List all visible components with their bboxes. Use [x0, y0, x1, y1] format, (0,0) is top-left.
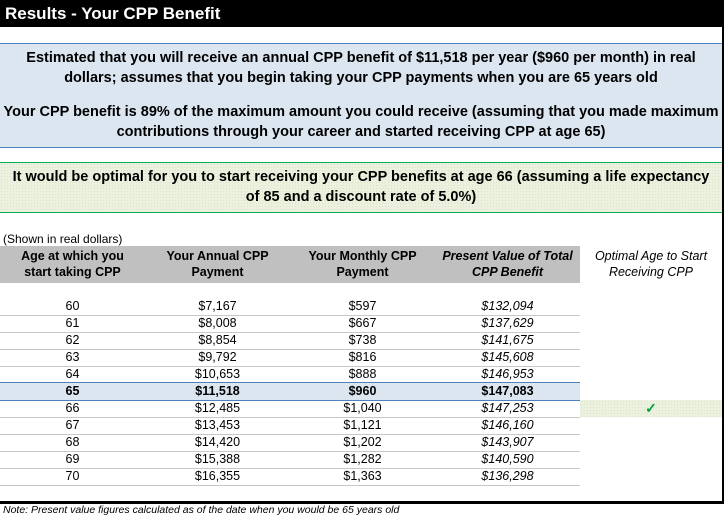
annual-payment-cell: $13,453 [194, 418, 241, 432]
present-value-cell: $147,253 [481, 401, 534, 415]
annual-payment-cell: $15,388 [194, 452, 241, 466]
benefit-table-body: 60 $7,167 $597 $132,094 61 $8,008 $667 $137,629… [0, 298, 722, 486]
present-value-cell: $140,590 [481, 452, 534, 466]
header-age-line1: Age at which you [21, 249, 124, 263]
annual-payment-cell: $11,518 [195, 384, 240, 398]
header-monthly-line1: Your Monthly CPP [308, 249, 417, 263]
table-row: 61 $8,008 $667 $137,629 [0, 315, 722, 333]
optimal-line: of 85 and a discount rate of 5.0%) [245, 189, 477, 205]
optimal-line: It would be optimal for you to start rec… [12, 169, 710, 185]
header-optimal-line2: Receiving CPP [608, 265, 694, 279]
age-cell: 66 [65, 401, 80, 415]
age-cell: 60 [65, 299, 80, 313]
header-age-line2: start taking CPP [24, 265, 121, 279]
units-note: (Shown in real dollars) [3, 232, 123, 246]
table-row-current: 65 $11,518 $960 $147,083 [0, 382, 722, 401]
header-pv-line2: CPP Benefit [471, 265, 544, 279]
present-value-cell: $147,083 [481, 384, 534, 398]
summary-line: Estimated that you will receive an annua… [26, 50, 696, 66]
header-pv-line1: Present Value of Total [442, 249, 573, 263]
present-value-cell: $141,675 [481, 333, 534, 347]
age-cell: 70 [65, 469, 80, 483]
summary-box: Estimated that you will receive an annua… [0, 43, 722, 148]
checkmark-icon: ✓ [580, 400, 722, 417]
header-annual-line2: Payment [191, 265, 244, 279]
present-value-cell: $136,298 [481, 469, 534, 483]
present-value-cell: $143,907 [481, 435, 534, 449]
annual-payment-cell: $16,355 [194, 469, 241, 483]
monthly-payment-cell: $816 [348, 350, 377, 364]
present-value-cell: $146,160 [481, 418, 534, 432]
header-monthly-line2: Payment [336, 265, 389, 279]
annual-payment-cell: $12,485 [194, 401, 241, 415]
header-present-value: Present Value of Total CPP Benefit [435, 248, 580, 280]
page-title: Results - Your CPP Benefit [0, 0, 724, 27]
annual-benefit-summary: Estimated that you will receive an annua… [0, 48, 722, 88]
age-cell: 67 [65, 418, 80, 432]
age-cell: 62 [65, 333, 80, 347]
header-age: Age at which you start taking CPP [0, 248, 145, 280]
monthly-payment-cell: $960 [348, 384, 377, 398]
monthly-payment-cell: $597 [348, 299, 377, 313]
present-value-cell: $132,094 [481, 299, 534, 313]
table-row: 64 $10,653 $888 $146,953 [0, 366, 722, 384]
header-monthly-payment: Your Monthly CPP Payment [290, 248, 435, 280]
header-annual-line1: Your Annual CPP [166, 249, 269, 263]
present-value-cell: $145,608 [481, 350, 534, 364]
header-optimal-age: Optimal Age to Start Receiving CPP [580, 248, 722, 280]
present-value-cell: $146,953 [481, 367, 534, 381]
monthly-payment-cell: $888 [348, 367, 377, 381]
table-row: 63 $9,792 $816 $145,608 [0, 349, 722, 367]
monthly-payment-cell: $1,282 [343, 452, 382, 466]
age-cell: 63 [65, 350, 80, 364]
footnote: Note: Present value figures calculated a… [3, 504, 400, 516]
age-cell: 68 [65, 435, 80, 449]
annual-payment-cell: $7,167 [198, 299, 237, 313]
table-row: 68 $14,420 $1,202 $143,907 [0, 434, 722, 452]
table-row: 69 $15,388 $1,282 $140,590 [0, 451, 722, 469]
monthly-payment-cell: $1,202 [343, 435, 382, 449]
annual-payment-cell: $10,653 [194, 367, 241, 381]
annual-payment-cell: $8,008 [198, 316, 237, 330]
present-value-cell: $137,629 [481, 316, 534, 330]
monthly-payment-cell: $667 [348, 316, 377, 330]
monthly-payment-cell: $1,121 [343, 418, 382, 432]
annual-payment-cell: $14,420 [194, 435, 241, 449]
table-row: 62 $8,854 $738 $141,675 [0, 332, 722, 350]
table-row: 66 $12,485 $1,040 $147,253 ✓ [0, 400, 722, 418]
header-annual-payment: Your Annual CPP Payment [145, 248, 290, 280]
age-cell: 61 [65, 316, 80, 330]
summary-line: Your CPP benefit is 89% of the maximum a… [3, 104, 719, 120]
header-optimal-line1: Optimal Age to Start [594, 249, 708, 263]
age-cell: 64 [65, 367, 80, 381]
monthly-payment-cell: $1,040 [343, 401, 382, 415]
annual-payment-cell: $9,792 [198, 350, 237, 364]
age-cell: 69 [65, 452, 80, 466]
age-cell: 65 [65, 384, 80, 398]
summary-line: contributions through your career and st… [116, 124, 606, 140]
summary-line: dollars; assumes that you begin taking y… [64, 70, 658, 86]
table-row: 70 $16,355 $1,363 $136,298 [0, 468, 722, 486]
annual-payment-cell: $8,854 [198, 333, 237, 347]
table-row: 67 $13,453 $1,121 $146,160 [0, 417, 722, 435]
max-percent-summary: Your CPP benefit is 89% of the maximum a… [0, 102, 722, 142]
monthly-payment-cell: $738 [348, 333, 377, 347]
monthly-payment-cell: $1,363 [343, 469, 382, 483]
optimal-age-summary: It would be optimal for you to start rec… [0, 162, 722, 213]
table-row: 60 $7,167 $597 $132,094 [0, 298, 722, 316]
